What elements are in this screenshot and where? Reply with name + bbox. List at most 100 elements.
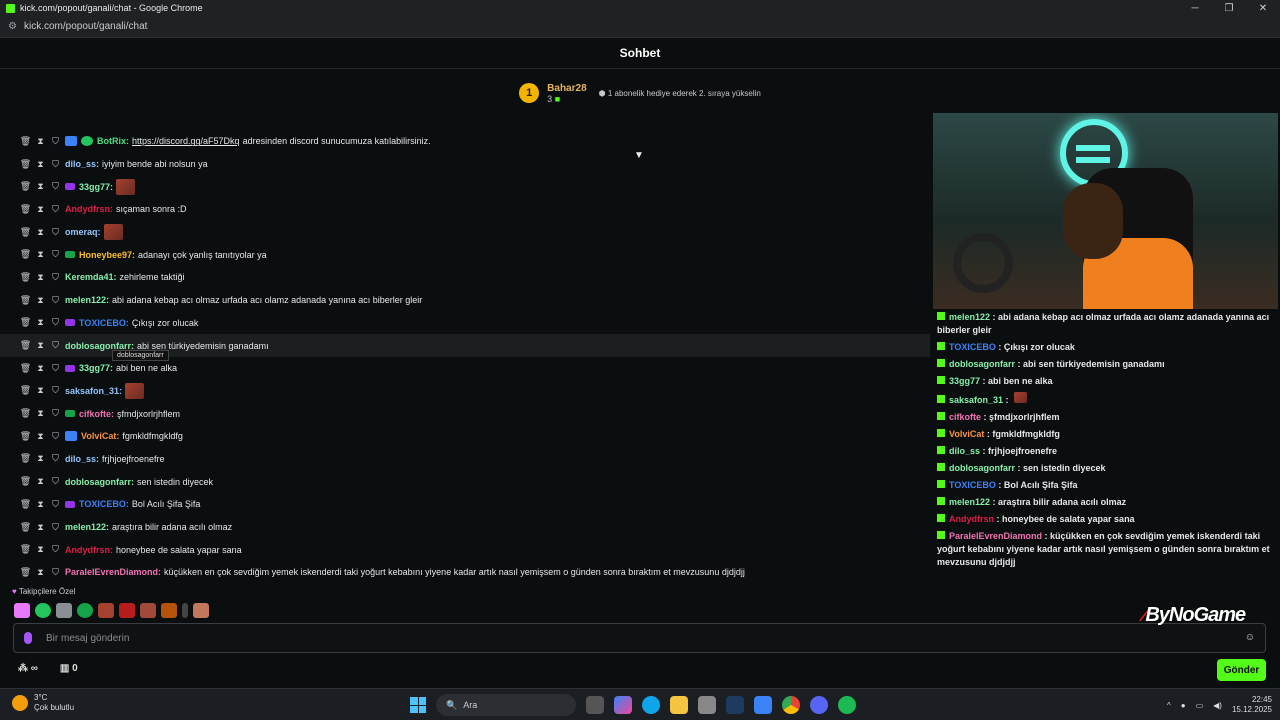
timeout-icon[interactable]: ⧗ [33,204,48,215]
delete-icon[interactable]: 🗑 [18,544,33,555]
delete-icon[interactable]: 🗑 [18,136,33,147]
discord-icon[interactable] [810,696,828,714]
chat-message-row[interactable]: 🗑 ⧗ ⛉ TOXICEBO: Bol Acılı Şifa Şifa [0,493,930,516]
delete-icon[interactable]: 🗑 [18,159,33,170]
delete-icon[interactable]: 🗑 [18,227,33,238]
spotify-icon[interactable] [838,696,856,714]
chat-username[interactable]: Andydfrsn: [65,204,113,214]
emote-icon[interactable] [116,178,136,195]
chat-username[interactable]: TOXICEBO: [79,318,129,328]
chat-username[interactable]: BotRix: [97,136,129,146]
channel-points[interactable]: ⁂ ∞ [18,663,38,674]
emote-flex-icon[interactable] [161,603,177,618]
gift-leaderboard[interactable]: 1 Bahar28 3 ■ ⬢ 1 abonelik hediye ederek… [0,69,1280,117]
emote-heart-icon[interactable] [14,603,30,618]
ban-icon[interactable]: ⛉ [48,272,63,283]
delete-icon[interactable]: 🗑 [18,204,33,215]
emote-whatsapp-icon[interactable] [77,603,93,618]
chat-message-row[interactable]: 🗑 ⧗ ⛉ omeraq: [0,221,930,244]
microphone-icon[interactable] [24,632,32,644]
emote-small-icon[interactable] [182,603,188,618]
delete-icon[interactable]: 🗑 [18,567,33,578]
chat-message-row[interactable]: 🗑 ⧗ ⛉ melen122: araştıra bilir adana acılı o… [0,516,930,539]
chat-username[interactable]: 33gg77: [79,182,113,192]
emote-cat-icon[interactable] [56,603,72,618]
ban-icon[interactable]: ⛉ [48,431,63,442]
ban-icon[interactable]: ⛉ [48,476,63,487]
chat-username[interactable]: dilo_ss: [65,454,99,464]
timeout-icon[interactable]: ⧗ [33,227,48,238]
delete-icon[interactable]: 🗑 [18,408,33,419]
timeout-icon[interactable]: ⧗ [33,272,48,283]
chat-username[interactable]: cifkofte: [79,409,114,419]
emote-quickbar[interactable] [14,603,209,618]
delete-icon[interactable]: 🗑 [18,476,33,487]
chat-username[interactable]: 33gg77: [79,363,113,373]
ban-icon[interactable]: ⛉ [48,204,63,215]
edge-icon[interactable] [642,696,660,714]
chat-message-row[interactable]: 🗑 ⧗ ⛉ ParalelEvrenDiamond: küçükken en çok s… [0,561,930,584]
delete-icon[interactable]: 🗑 [18,249,33,260]
weather-widget[interactable]: 3°C Çok bulutlu [12,693,74,713]
timeout-icon[interactable]: ⧗ [33,159,48,170]
delete-icon[interactable]: 🗑 [18,340,33,351]
ban-icon[interactable]: ⛉ [48,249,63,260]
chat-message-row[interactable]: 🗑 ⧗ ⛉ saksafon_31: [0,380,930,403]
clock[interactable]: 22:45 15.12.2025 [1232,695,1272,715]
timeout-icon[interactable]: ⧗ [33,408,48,419]
timeout-icon[interactable]: ⧗ [33,544,48,555]
delete-icon[interactable]: 🗑 [18,181,33,192]
delete-icon[interactable]: 🗑 [18,272,33,283]
timeout-icon[interactable]: ⧗ [33,431,48,442]
emote-face1-icon[interactable] [98,603,114,618]
timeout-icon[interactable]: ⧗ [33,363,48,374]
chat-link[interactable]: https://discord.gg/aF57Dkq [132,136,240,146]
emote-icon[interactable] [125,382,145,399]
chat-username[interactable]: Honeybee97: [79,250,135,260]
chat-username[interactable]: ParalelEvrenDiamond: [65,567,161,577]
tray-mic-icon[interactable]: ● [1181,701,1186,710]
ban-icon[interactable]: ⛉ [48,317,63,328]
ban-icon[interactable]: ⛉ [48,159,63,170]
timeout-icon[interactable]: ⧗ [33,295,48,306]
emote-face4-icon[interactable] [193,603,209,618]
steam-icon[interactable] [726,696,744,714]
ban-icon[interactable]: ⛉ [48,544,63,555]
tray-chevron-icon[interactable]: ^ [1167,701,1171,710]
url-text[interactable]: kick.com/popout/ganali/chat [24,21,147,32]
ban-icon[interactable]: ⛉ [48,385,63,396]
chat-username[interactable]: TOXICEBO: [79,499,129,509]
timeout-icon[interactable]: ⧗ [33,522,48,533]
emote-face2-icon[interactable] [119,603,135,618]
chat-message-row[interactable]: 🗑 ⧗ ⛉ Andydfrsn: honeybee de salata yapar sa… [0,538,930,561]
timeout-icon[interactable]: ⧗ [33,453,48,464]
emoji-icon[interactable]: ☺ [1245,632,1255,643]
timeout-icon[interactable]: ⧗ [33,317,48,328]
copilot-icon[interactable] [614,696,632,714]
chrome-icon[interactable] [782,696,800,714]
chat-input-placeholder[interactable]: Bir mesaj gönderin [46,633,129,644]
chat-username[interactable]: Keremda41: [65,272,117,282]
windows-start-icon[interactable] [410,697,426,713]
chat-username[interactable]: doblosagonfarr: [65,477,134,487]
taskbar-search[interactable]: 🔍 Ara [436,694,576,716]
mail-icon[interactable] [754,696,772,714]
address-bar[interactable]: ⚙ kick.com/popout/ganali/chat [0,16,1280,38]
delete-icon[interactable]: 🗑 [18,431,33,442]
emote-green-icon[interactable] [35,603,51,618]
emote-icon[interactable] [103,224,123,241]
delete-icon[interactable]: 🗑 [18,385,33,396]
restore-button[interactable]: ❐ [1212,0,1246,16]
chat-message-row[interactable]: 🗑 ⧗ ⛉ dilo_ss: iyiyim bende abi nolsun ya [0,153,930,176]
network-icon[interactable]: ▭ [1196,701,1204,710]
ban-icon[interactable]: ⛉ [48,363,63,374]
delete-icon[interactable]: 🗑 [18,363,33,374]
chat-username[interactable]: VolviCat: [81,431,119,441]
chat-message-row[interactable]: 🗑 ⧗ ⛉ melen122: abi adana kebap acı olmaz ur… [0,289,930,312]
send-button[interactable]: Gönder [1217,659,1266,681]
chat-username[interactable]: omeraq: [65,227,101,237]
ban-icon[interactable]: ⛉ [48,136,63,147]
chat-message-row[interactable]: 🗑 ⧗ ⛉ VolviCat: fgmkldfmgkldfg [0,425,930,448]
timeout-icon[interactable]: ⧗ [33,567,48,578]
timeout-icon[interactable]: ⧗ [33,136,48,147]
